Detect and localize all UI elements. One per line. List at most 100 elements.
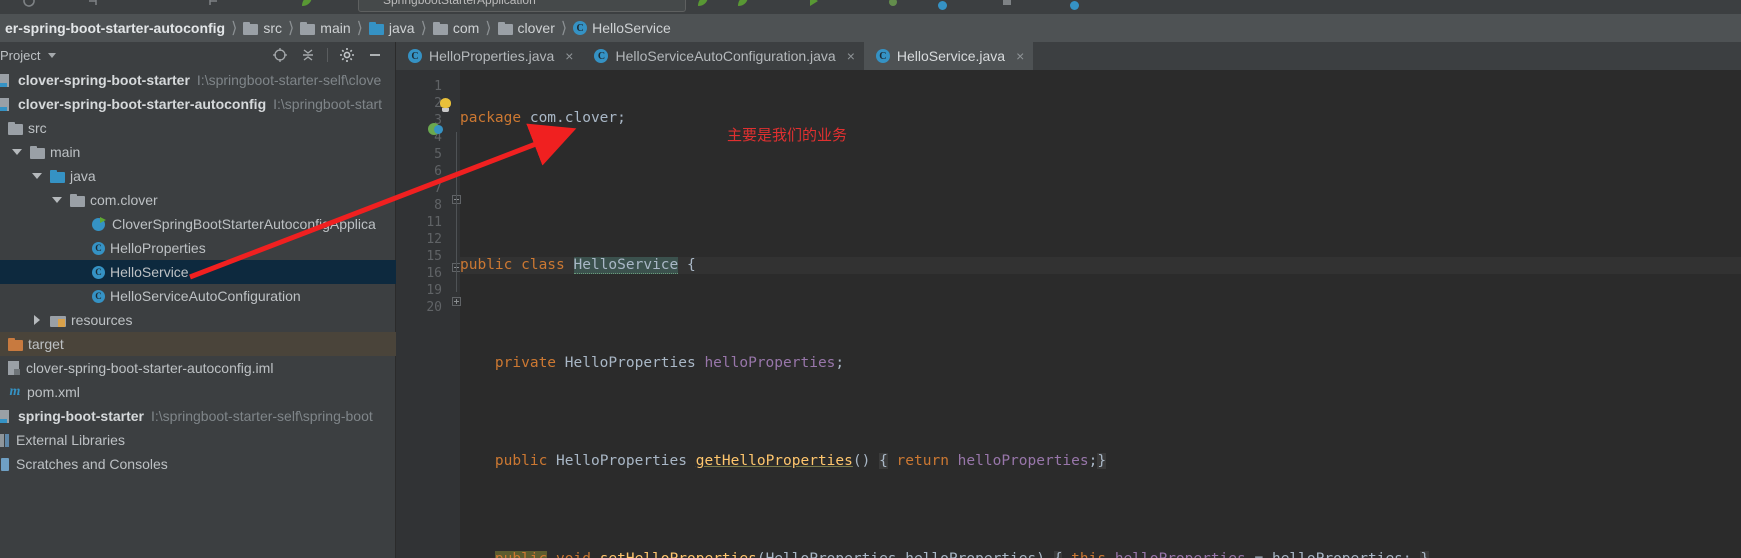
spring-app-icon	[92, 217, 107, 232]
tab-hello-properties[interactable]: C HelloProperties.java ×	[396, 42, 582, 70]
tree-node-external-libraries[interactable]: External Libraries	[0, 428, 396, 452]
breadcrumb-label: src	[263, 20, 282, 36]
line-number: 8	[396, 197, 442, 214]
leaf3-icon	[736, 0, 750, 8]
chevron-down-icon[interactable]	[48, 53, 56, 58]
tree-node-label: clover-spring-boot-starter	[18, 72, 190, 88]
tree-node-application-class[interactable]: CloverSpringBootStarterAutoconfigApplica	[0, 212, 396, 236]
breadcrumb-label: er-spring-boot-starter-autoconfig	[5, 20, 225, 36]
tree-node-hello-service[interactable]: C HelloService	[0, 260, 396, 284]
editor-gutter[interactable]: 1 2 3 4 5 6 7 8 11 12 15 16 19 20	[396, 70, 460, 558]
tree-node-label: clover-spring-boot-starter-autoconfig.im…	[26, 360, 273, 376]
tab-hello-service-autoconfiguration[interactable]: C HelloServiceAutoConfiguration.java ×	[582, 42, 863, 70]
tree-node-hello-service-autoconfiguration[interactable]: C HelloServiceAutoConfiguration	[0, 284, 396, 308]
leaf2-icon	[696, 0, 710, 8]
tree-node-label: target	[28, 336, 64, 352]
tree-node-path: I:\springboot-starter-self\clove	[197, 72, 381, 88]
intention-bulb-icon[interactable]	[438, 98, 452, 114]
class-icon: C	[92, 266, 105, 279]
breadcrumb-label: clover	[518, 20, 555, 36]
hide-icon[interactable]	[361, 45, 389, 65]
tab-label: HelloProperties.java	[429, 48, 554, 64]
annotation-text: 主要是我们的业务	[727, 124, 847, 145]
locate-icon[interactable]	[266, 45, 294, 65]
tab-hello-service[interactable]: C HelloService.java ×	[864, 42, 1033, 70]
resources-folder-icon	[50, 314, 66, 327]
close-icon[interactable]: ×	[847, 48, 855, 64]
editor-tab-bar: C HelloProperties.java × C HelloServiceA…	[396, 42, 1741, 70]
tree-node-pom-xml[interactable]: m pom.xml	[0, 380, 396, 404]
tree-node-path: I:\springboot-starter-self\spring-boot	[151, 408, 373, 424]
maven-icon: m	[8, 384, 22, 400]
module-icon	[0, 410, 13, 423]
folder-icon	[300, 22, 315, 35]
tree-node-label: spring-boot-starter	[18, 408, 144, 424]
external-libraries-icon	[0, 434, 11, 447]
stop-icon[interactable]	[1000, 0, 1014, 8]
line-number: 16	[396, 265, 442, 282]
run-icon[interactable]	[806, 0, 820, 8]
breadcrumb-item-java[interactable]: java	[365, 14, 417, 42]
package-icon	[498, 22, 513, 35]
module-icon	[0, 98, 13, 111]
fold-region-line	[456, 132, 457, 292]
class-icon: C	[92, 290, 105, 303]
tree-node-java[interactable]: java	[0, 164, 396, 188]
code-line	[460, 159, 1741, 176]
code-line: package com.clover;	[460, 110, 1741, 127]
expand-arrow-down-icon[interactable]	[50, 188, 64, 212]
tree-node-label: HelloService	[110, 264, 189, 280]
close-icon[interactable]: ×	[1016, 48, 1024, 64]
spring-bean-gutter-icon[interactable]	[428, 122, 444, 138]
code-editor[interactable]: 1 2 3 4 5 6 7 8 11 12 15 16 19 20	[396, 70, 1741, 558]
expand-arrow-down-icon[interactable]	[10, 140, 24, 164]
breadcrumb-item-main[interactable]: main	[296, 14, 352, 42]
code-content[interactable]: package com.clover; public class HelloSe…	[460, 78, 1741, 558]
project-tree[interactable]: clover-spring-boot-starter I:\springboot…	[0, 68, 396, 558]
breadcrumb-item-clover[interactable]: clover	[494, 14, 557, 42]
tree-node-resources[interactable]: resources	[0, 308, 396, 332]
tree-node-package[interactable]: com.clover	[0, 188, 396, 212]
breadcrumb-item-src[interactable]: src	[239, 14, 284, 42]
sync-icon[interactable]	[22, 0, 36, 8]
close-icon[interactable]: ×	[565, 48, 573, 64]
tree-node-module[interactable]: spring-boot-starter I:\springboot-starte…	[0, 404, 396, 428]
tree-node-scratches-and-consoles[interactable]: Scratches and Consoles	[0, 452, 396, 476]
expand-arrow-right-icon[interactable]	[30, 308, 44, 332]
back-icon[interactable]	[86, 0, 100, 8]
toolbar-divider	[327, 48, 328, 62]
breadcrumb-item-class[interactable]: C HelloService	[569, 14, 673, 42]
tree-node-label: pom.xml	[27, 384, 80, 400]
tree-node-iml-file[interactable]: clover-spring-boot-starter-autoconfig.im…	[0, 356, 396, 380]
tree-node-src[interactable]: src	[0, 116, 396, 140]
debug-icon[interactable]	[886, 0, 900, 8]
code-line: private HelloProperties helloProperties;	[460, 355, 1741, 372]
breadcrumb-item-com[interactable]: com	[429, 14, 481, 42]
code-line: public void setHelloProperties(HelloProp…	[460, 551, 1741, 558]
breadcrumb-separator: ⟩	[231, 18, 237, 38]
gear-icon[interactable]	[333, 45, 361, 65]
code-line	[460, 208, 1741, 225]
scratches-icon	[0, 458, 11, 471]
expand-arrow-down-icon[interactable]	[30, 164, 44, 188]
forward-icon[interactable]	[206, 0, 220, 8]
tree-node-label: HelloProperties	[110, 240, 206, 256]
breadcrumb-item-module[interactable]: er-spring-boot-starter-autoconfig	[0, 14, 227, 42]
collapse-all-icon[interactable]	[294, 45, 322, 65]
profile-icon[interactable]	[938, 1, 947, 10]
folder-icon	[243, 22, 258, 35]
tree-node-path: I:\springboot-start	[273, 96, 382, 112]
run-configuration-selector[interactable]: SpringbootStarterApplication	[358, 0, 686, 12]
tree-node-label: External Libraries	[16, 432, 125, 448]
tree-node-module[interactable]: clover-spring-boot-starter-autoconfig I:…	[0, 92, 396, 116]
breadcrumb-label: HelloService	[592, 20, 671, 36]
search-icon[interactable]	[1070, 1, 1079, 10]
code-line: public class HelloService {	[460, 257, 1741, 274]
breadcrumb-separator: ⟩	[421, 18, 427, 38]
tree-node-target[interactable]: target	[0, 332, 396, 356]
line-number: 19	[396, 282, 442, 299]
class-icon: C	[876, 49, 890, 63]
tree-node-main[interactable]: main	[0, 140, 396, 164]
tree-node-module[interactable]: clover-spring-boot-starter I:\springboot…	[0, 68, 396, 92]
tree-node-hello-properties[interactable]: C HelloProperties	[0, 236, 396, 260]
